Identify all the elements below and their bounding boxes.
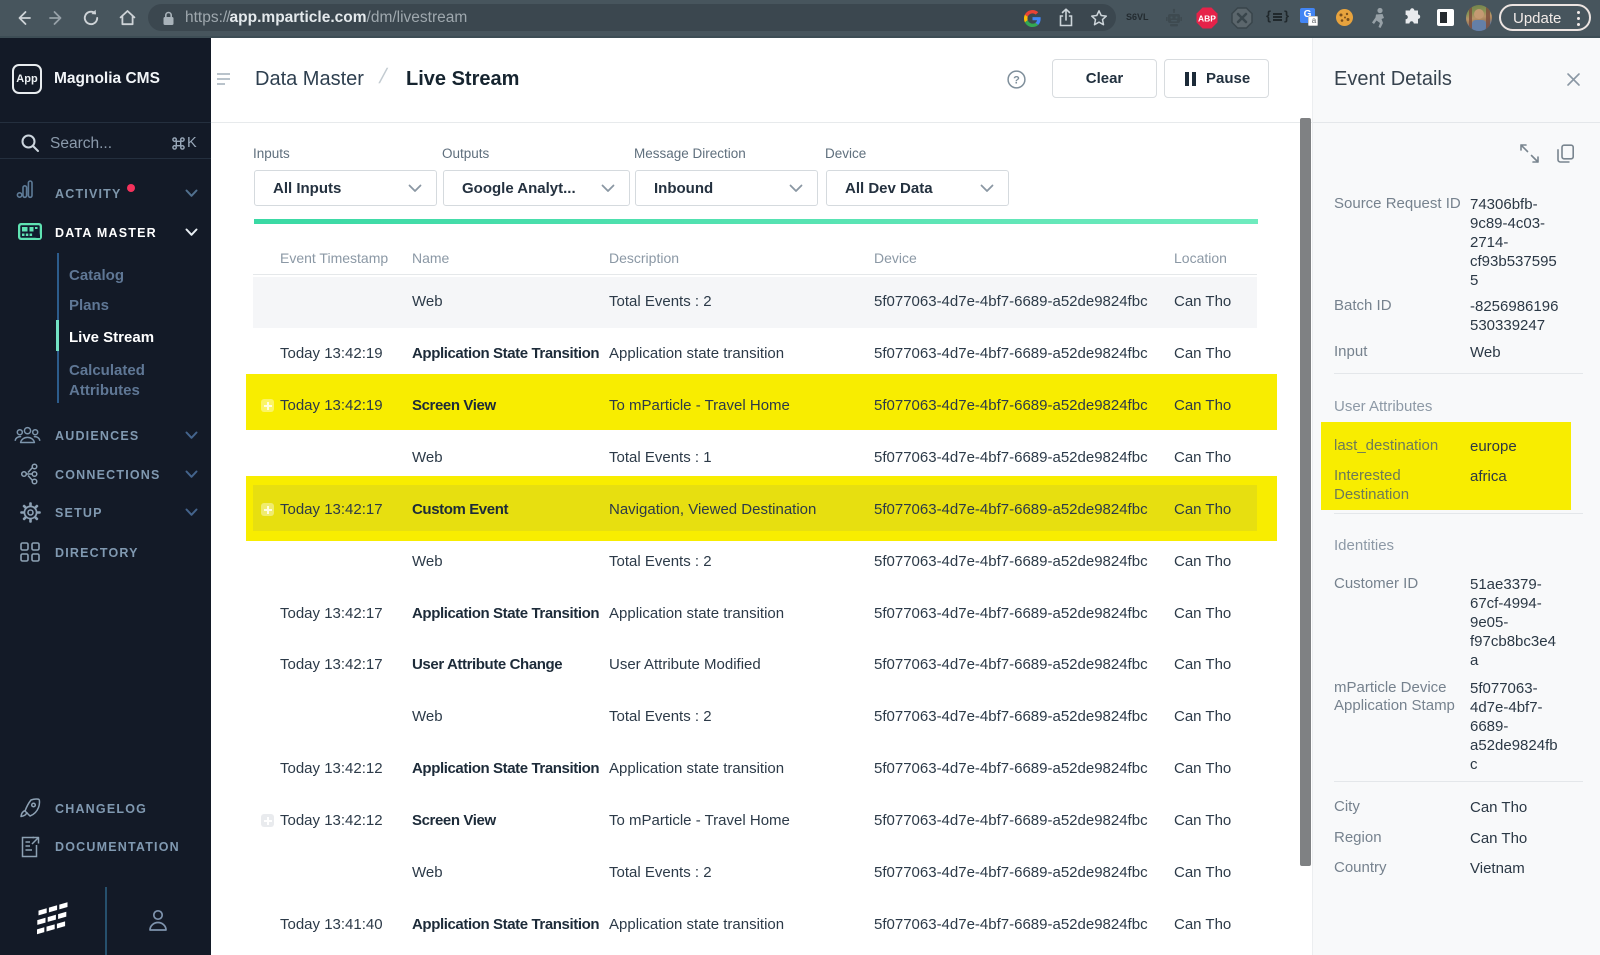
svg-text:ABP: ABP (1198, 14, 1216, 24)
svg-text:?: ? (1013, 74, 1020, 86)
